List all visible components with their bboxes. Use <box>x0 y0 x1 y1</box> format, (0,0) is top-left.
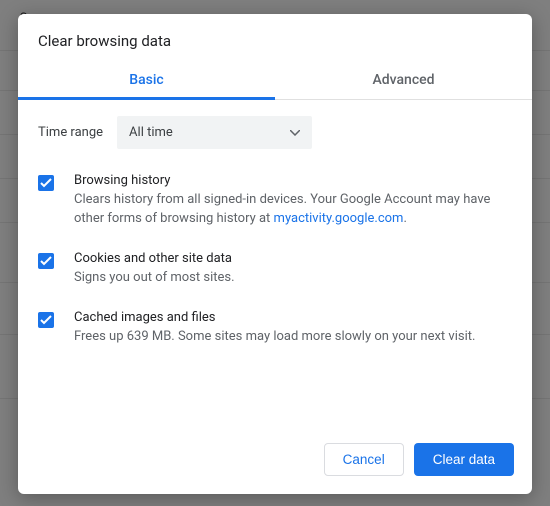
dialog-body: Time range All time Browsing history Cle… <box>18 100 532 429</box>
myactivity-link[interactable]: myactivity.google.com <box>274 211 404 226</box>
option-title: Cookies and other site data <box>74 251 235 266</box>
checkbox-browsing-history[interactable] <box>38 175 54 191</box>
dialog-tabs: Basic Advanced <box>18 62 532 100</box>
time-range-label: Time range <box>38 125 103 140</box>
time-range-row: Time range All time <box>38 116 512 149</box>
chevron-down-icon <box>290 125 300 140</box>
dialog-footer: Cancel Clear data <box>18 429 532 494</box>
tab-advanced[interactable]: Advanced <box>275 62 532 99</box>
checkbox-cookies[interactable] <box>38 253 54 269</box>
check-icon <box>40 178 52 188</box>
option-cookies: Cookies and other site data Signs you ou… <box>38 251 512 288</box>
check-icon <box>40 256 52 266</box>
dialog-title: Clear browsing data <box>18 14 532 62</box>
tab-basic[interactable]: Basic <box>18 62 275 99</box>
option-title: Browsing history <box>74 173 512 188</box>
checkbox-cache[interactable] <box>38 312 54 328</box>
cancel-button[interactable]: Cancel <box>324 443 404 476</box>
time-range-select[interactable]: All time <box>117 116 312 149</box>
option-desc: Frees up 639 MB. Some sites may load mor… <box>74 328 475 347</box>
option-desc: Clears history from all signed-in device… <box>74 191 512 229</box>
option-cache: Cached images and files Frees up 639 MB.… <box>38 310 512 347</box>
clear-browsing-data-dialog: Clear browsing data Basic Advanced Time … <box>18 14 532 494</box>
check-icon <box>40 315 52 325</box>
option-browsing-history: Browsing history Clears history from all… <box>38 173 512 229</box>
option-title: Cached images and files <box>74 310 475 325</box>
time-range-value: All time <box>129 125 173 140</box>
clear-data-button[interactable]: Clear data <box>414 443 514 476</box>
option-desc: Signs you out of most sites. <box>74 269 235 288</box>
